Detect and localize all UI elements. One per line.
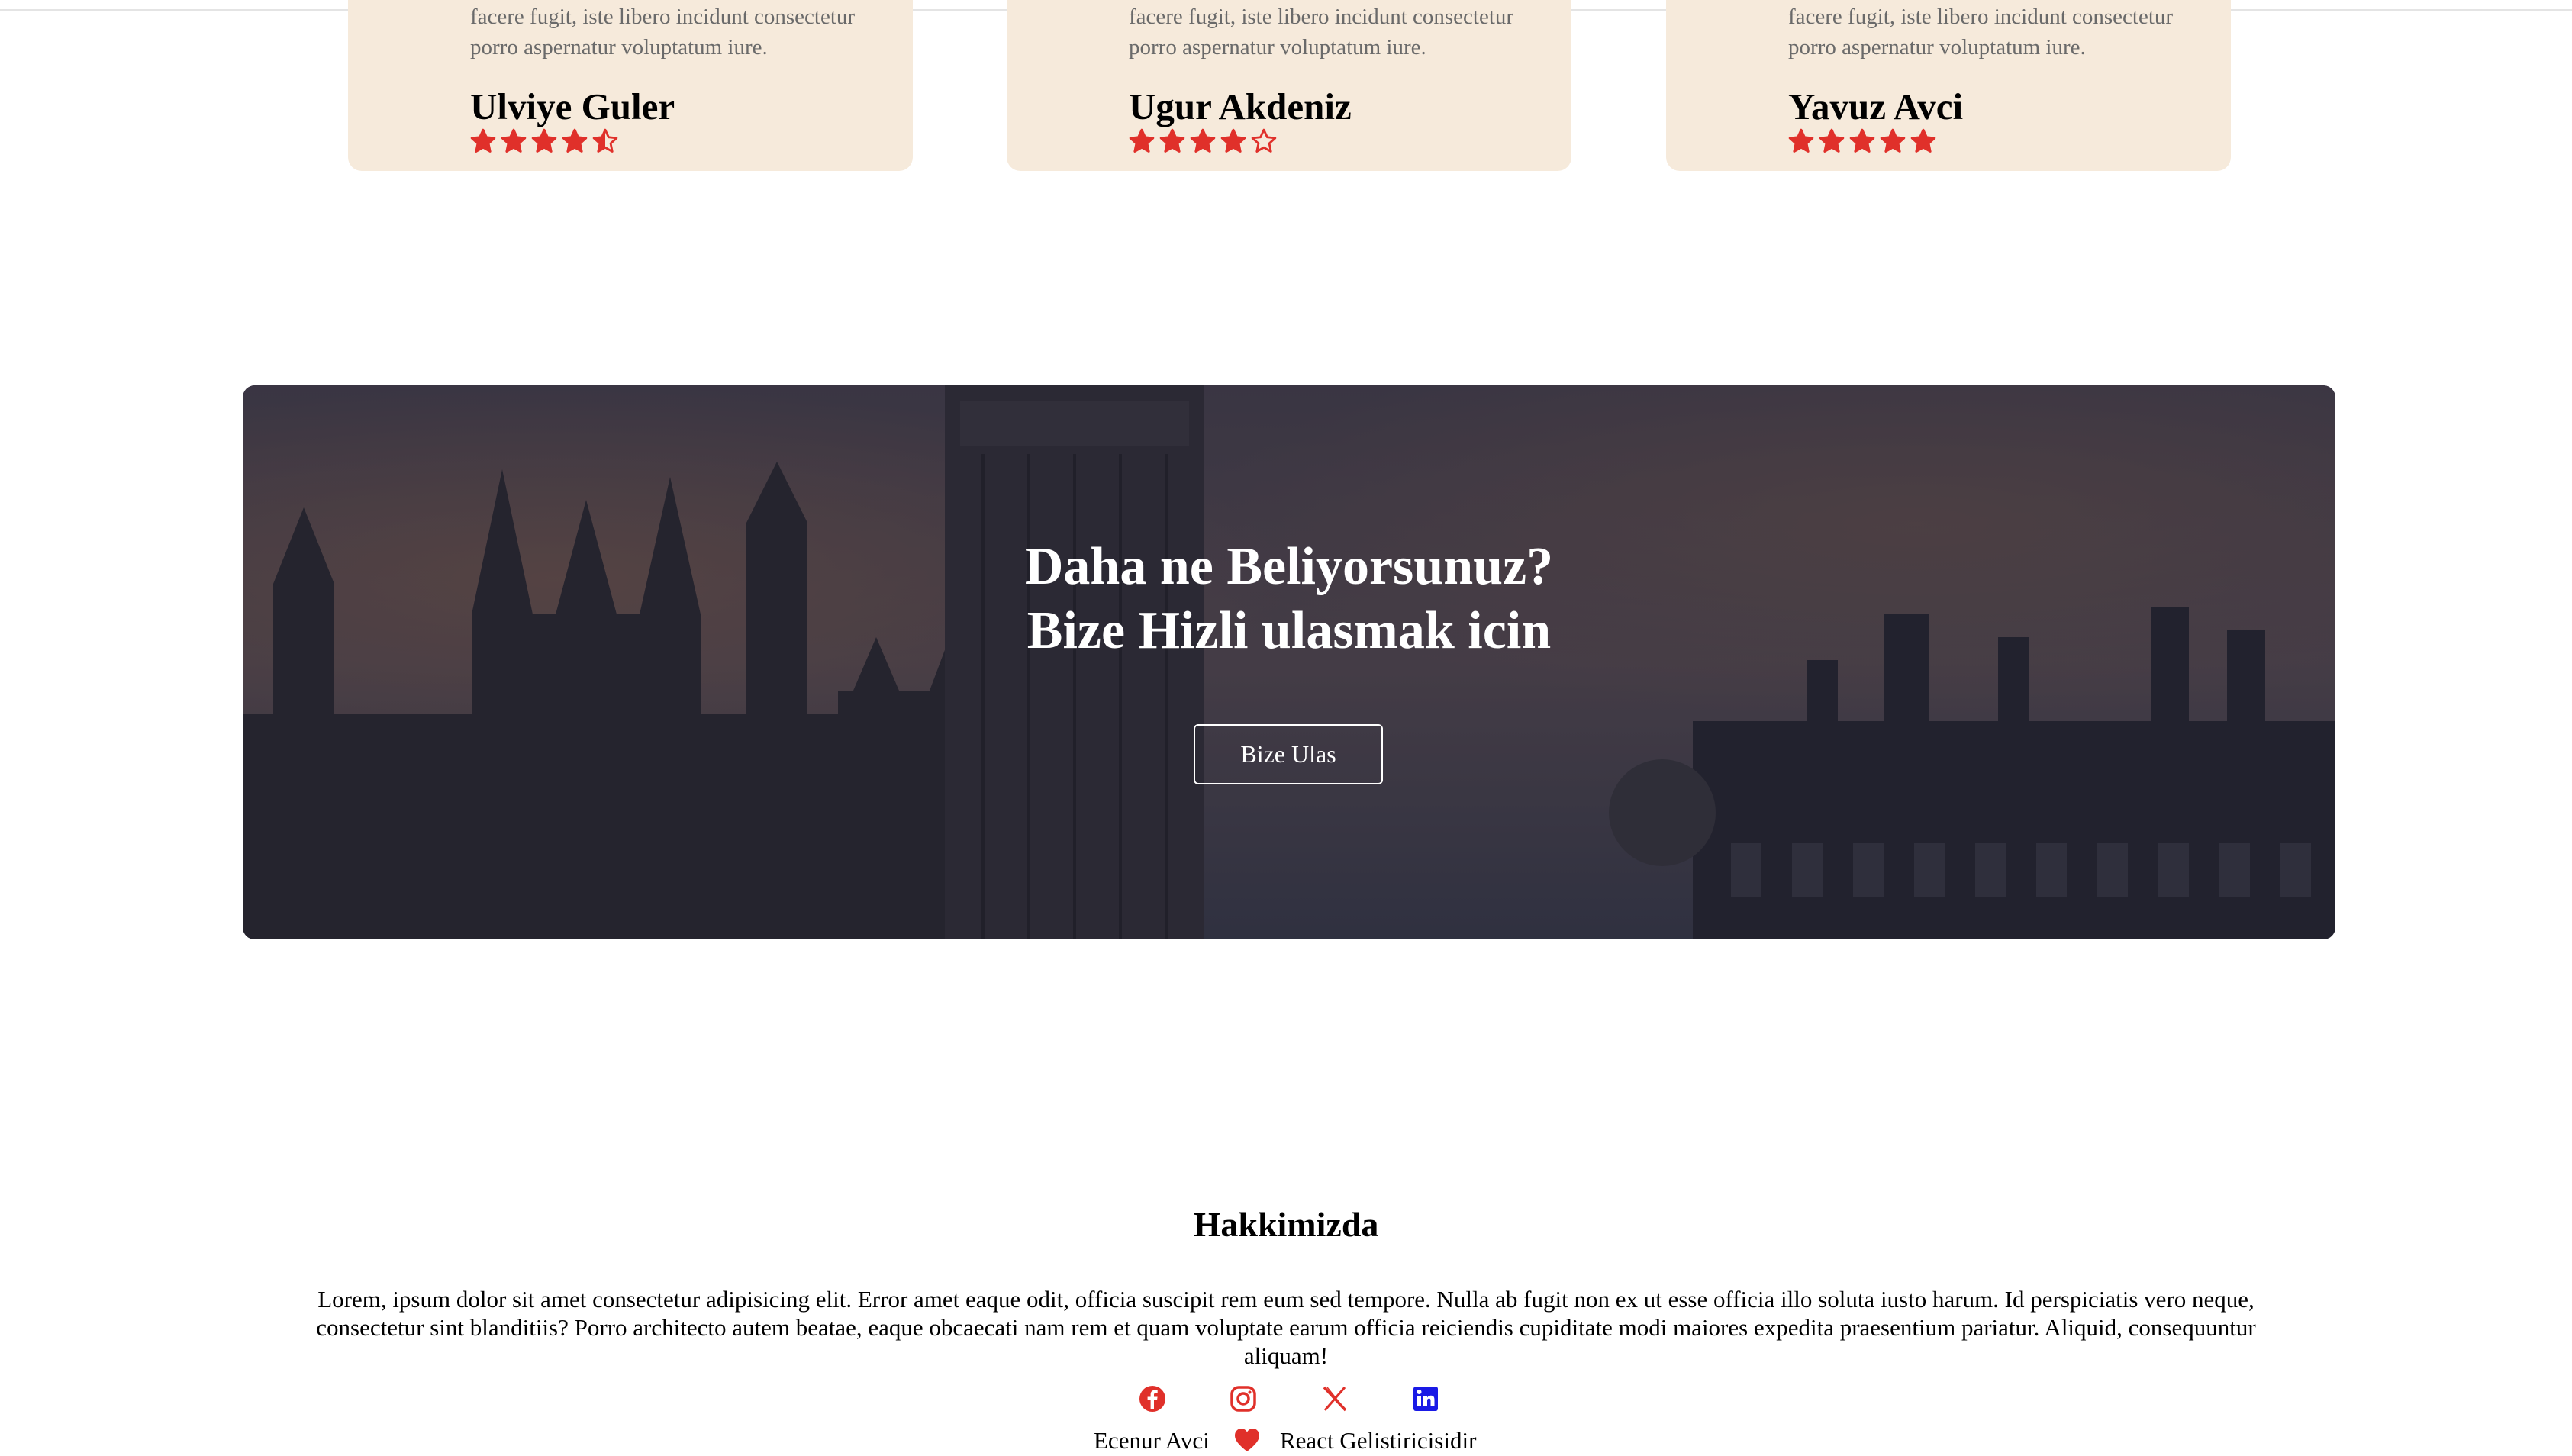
footer-credit: Ecenur Avci React Gelistiricisidir <box>0 1425 2572 1456</box>
heart-icon <box>1235 1429 1259 1451</box>
star-full-icon <box>470 128 496 153</box>
social-links <box>0 1384 2572 1414</box>
star-rating <box>470 128 618 154</box>
star-rating <box>1788 128 1936 154</box>
about-text: Lorem, ipsum dolor sit amet consectetur … <box>316 1286 2256 1369</box>
star-full-icon <box>1190 128 1216 153</box>
star-full-icon <box>1220 128 1246 153</box>
testimonial-name: Ulviye Guler <box>470 85 675 127</box>
star-empty-icon <box>1251 128 1277 153</box>
x-twitter-icon[interactable] <box>1320 1384 1350 1414</box>
testimonial-name: Ugur Akdeniz <box>1129 85 1352 127</box>
footer-role: React Gelistiricisidir <box>1280 1427 1477 1454</box>
star-full-icon <box>1910 128 1936 153</box>
about-title: Hakkimizda <box>1193 1205 1379 1244</box>
star-full-icon <box>1880 128 1906 153</box>
star-half-icon <box>592 128 618 153</box>
linkedin-icon[interactable] <box>1410 1384 1441 1414</box>
testimonial-quote: facere fugit, iste libero incidunt conse… <box>1788 5 2174 60</box>
testimonial-quote: facere fugit, iste libero incidunt conse… <box>1129 5 1514 60</box>
cta-title-line-1: Daha ne Beliyorsunuz? <box>1024 537 1554 596</box>
cta-banner-title: Daha ne Beliyorsunuz? Bize Hizli ulasmak… <box>243 535 2335 663</box>
contact-us-button[interactable]: Bize Ulas <box>1194 724 1383 784</box>
star-full-icon <box>1129 128 1155 153</box>
cta-title-line-2: Bize Hizli ulasmak icin <box>1027 601 1552 660</box>
star-full-icon <box>1788 128 1814 153</box>
star-rating <box>1129 128 1277 154</box>
star-full-icon <box>1159 128 1185 153</box>
instagram-icon[interactable] <box>1228 1384 1259 1414</box>
cta-banner: Daha ne Beliyorsunuz? Bize Hizli ulasmak… <box>243 385 2335 939</box>
testimonial-card-2: facere fugit, iste libero incidunt conse… <box>1007 0 1571 171</box>
testimonial-card-1: facere fugit, iste libero incidunt conse… <box>348 0 913 171</box>
star-full-icon <box>562 128 588 153</box>
star-full-icon <box>1849 128 1875 153</box>
star-full-icon <box>501 128 527 153</box>
footer-author: Ecenur Avci <box>1094 1427 1210 1454</box>
star-full-icon <box>1819 128 1845 153</box>
star-full-icon <box>531 128 557 153</box>
testimonial-card-3: facere fugit, iste libero incidunt conse… <box>1666 0 2231 171</box>
testimonial-name: Yavuz Avci <box>1788 85 1964 127</box>
testimonial-quote: facere fugit, iste libero incidunt conse… <box>470 5 856 60</box>
facebook-icon[interactable] <box>1137 1384 1168 1414</box>
